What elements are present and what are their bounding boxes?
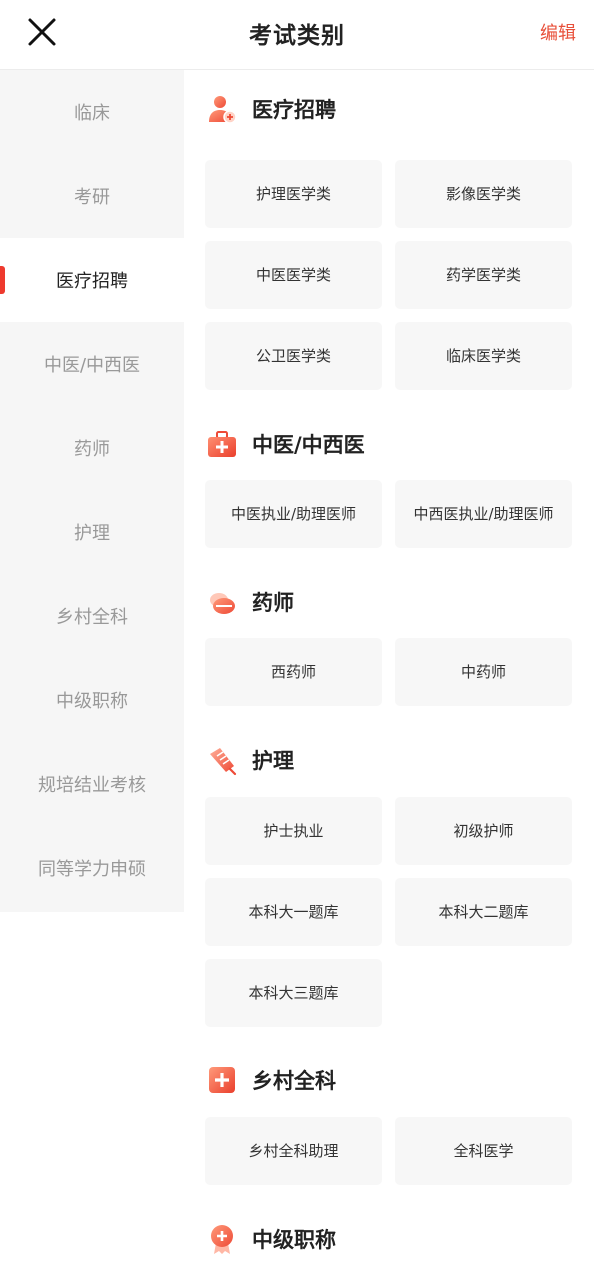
- section-title-rural-general: 乡村全科: [206, 1060, 336, 1100]
- page-title: 考试类别: [249, 23, 345, 49]
- sidebar-item-rural-general[interactable]: 乡村全科: [0, 574, 184, 658]
- section-label: 药师: [252, 591, 294, 615]
- syringe-icon: [210, 748, 237, 776]
- exam-tile[interactable]: 本科大三题库: [205, 959, 382, 1027]
- sidebar-item-tcm[interactable]: 中医/中西医: [0, 322, 184, 406]
- sidebar-item-label: 规培结业考核: [38, 775, 146, 796]
- exam-tile[interactable]: 初级护师: [395, 797, 572, 865]
- exam-tile[interactable]: 中医医学类: [205, 241, 382, 309]
- section-title-intermediate-title: 中级职称: [206, 1219, 336, 1259]
- medal-icon: [211, 1225, 233, 1254]
- sidebar-item-label: 临床: [74, 103, 110, 124]
- edit-button[interactable]: 编辑: [540, 19, 576, 45]
- medical-cross-icon: [209, 1067, 235, 1093]
- sidebar-item-label: 考研: [74, 187, 110, 208]
- sidebar-item-label: 乡村全科: [56, 607, 128, 628]
- exam-tile[interactable]: 本科大一题库: [205, 878, 382, 946]
- sidebar-item-equivalent-degree[interactable]: 同等学力申硕: [0, 826, 184, 910]
- sidebar-item-label: 药师: [74, 439, 110, 460]
- exam-tile[interactable]: 药学医学类: [395, 241, 572, 309]
- exam-tile[interactable]: 乡村全科助理: [205, 1117, 382, 1185]
- section-label: 护理: [252, 749, 294, 773]
- exam-tile[interactable]: 影像医学类: [395, 160, 572, 228]
- top-bar: 考试类别 编辑: [0, 0, 594, 70]
- sidebar-item-label: 护理: [74, 523, 110, 544]
- section-title-medical-recruitment: 医疗招聘: [206, 89, 336, 129]
- sidebar-item-label: 同等学力申硕: [38, 859, 146, 880]
- section-label: 乡村全科: [252, 1069, 336, 1093]
- section-title-pharmacist: 药师: [206, 582, 294, 622]
- sidebar-item-label: 中医/中西医: [43, 355, 141, 376]
- exam-tile[interactable]: 西药师: [205, 638, 382, 706]
- medical-kit-icon: [208, 431, 236, 457]
- sidebar-item-label: 医疗招聘: [56, 271, 128, 292]
- section-title-tcm: 中医/中西医: [206, 424, 365, 464]
- section-title-nursing: 护理: [206, 740, 294, 780]
- pills-icon: [210, 593, 235, 614]
- sidebar-item-clinical[interactable]: 临床: [0, 70, 184, 154]
- exam-tile[interactable]: 中西医执业/助理医师: [395, 480, 572, 548]
- sidebar-item-label: 中级职称: [56, 691, 128, 712]
- exam-tile[interactable]: 中医执业/助理医师: [205, 480, 382, 548]
- section-label: 医疗招聘: [252, 98, 336, 122]
- exam-tile[interactable]: 全科医学: [395, 1117, 572, 1185]
- category-sidebar: 临床 考研 医疗招聘 中医/中西医 药师 护理 乡村全科 中级职称 规培结业考核…: [0, 70, 184, 912]
- sidebar-item-residency-exam[interactable]: 规培结业考核: [0, 742, 184, 826]
- sidebar-item-postgraduate[interactable]: 考研: [0, 154, 184, 238]
- section-label: 中医/中西医: [252, 433, 365, 457]
- exam-tile[interactable]: 公卫医学类: [205, 322, 382, 390]
- section-label: 中级职称: [252, 1228, 336, 1252]
- exam-tile[interactable]: 临床医学类: [395, 322, 572, 390]
- sidebar-item-medical-recruitment[interactable]: 医疗招聘: [0, 238, 184, 322]
- exam-tile[interactable]: 中药师: [395, 638, 572, 706]
- exam-tile[interactable]: 护理医学类: [205, 160, 382, 228]
- sidebar-item-intermediate-title[interactable]: 中级职称: [0, 658, 184, 742]
- exam-tile[interactable]: 本科大二题库: [395, 878, 572, 946]
- doctor-icon: [209, 96, 237, 124]
- active-indicator: [0, 266, 5, 294]
- sidebar-item-pharmacist[interactable]: 药师: [0, 406, 184, 490]
- sidebar-item-nursing[interactable]: 护理: [0, 490, 184, 574]
- exam-tile[interactable]: 护士执业: [205, 797, 382, 865]
- category-content: 医疗招聘 护理医学类 影像医学类 中医医学类 药学医学类 公卫医学类 临床医学类…: [184, 70, 594, 1280]
